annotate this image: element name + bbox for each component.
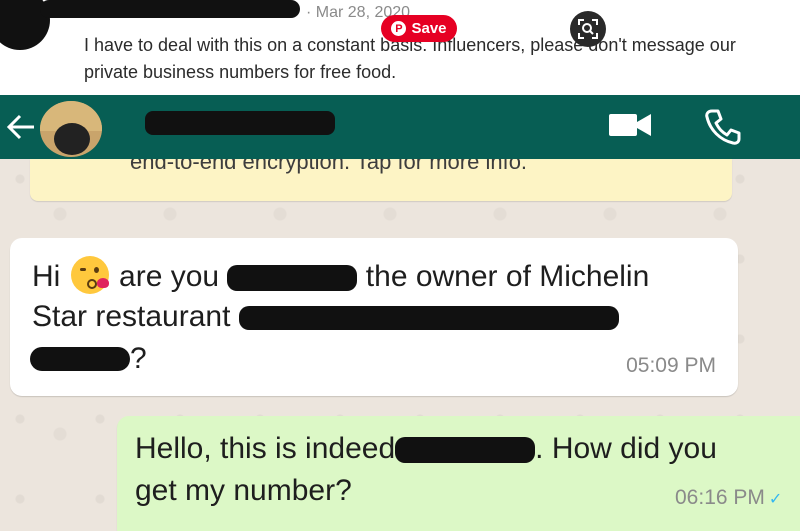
redacted-face: [54, 123, 90, 155]
message-text: get my number?: [135, 474, 352, 507]
visual-search-icon: [578, 19, 598, 39]
redacted-text: [238, 306, 619, 331]
redacted-handle: [40, 0, 300, 18]
save-label: Save: [411, 20, 447, 37]
encryption-notice[interactable]: end-to-end encryption. Tap for more info…: [30, 159, 732, 201]
outgoing-message[interactable]: Hello, this is indeed . How did you get m…: [117, 416, 800, 531]
message-text: Star restaurant: [32, 300, 231, 333]
visual-search-button[interactable]: [570, 11, 606, 47]
pinterest-icon: P: [391, 21, 407, 36]
message-text: the owner of Michelin: [365, 260, 650, 293]
redacted-text: [395, 437, 536, 464]
redacted-text: [227, 265, 358, 292]
incoming-message[interactable]: Hi are you the owner of Michelin Star re…: [10, 238, 738, 396]
redacted-text: [30, 347, 130, 371]
phone-icon[interactable]: [703, 107, 743, 147]
redacted-contact-name[interactable]: [145, 111, 335, 135]
contact-avatar[interactable]: [40, 101, 102, 157]
chat-header: [0, 95, 800, 159]
message-text: Hi: [32, 260, 61, 293]
double-check-icon: ✓: [768, 491, 783, 508]
social-post: · Mar 28, 2020 I have to deal with this …: [0, 0, 800, 95]
message-time: 05:09 PM: [626, 354, 716, 377]
message-time: 06:16 PM: [675, 486, 765, 509]
message-text: are you: [119, 260, 220, 293]
message-text: ?: [130, 342, 147, 375]
chat-area[interactable]: end-to-end encryption. Tap for more info…: [0, 159, 800, 531]
arrow-left-icon[interactable]: [6, 113, 36, 141]
pinterest-save-button[interactable]: P Save: [381, 15, 457, 42]
message-text: . How did you: [535, 432, 717, 465]
video-camera-icon[interactable]: [607, 111, 653, 139]
message-text: Hello, this is indeed: [135, 432, 396, 465]
kissing-face-emoji-icon: [70, 256, 109, 294]
encryption-notice-text: end-to-end encryption. Tap for more info…: [130, 159, 528, 174]
